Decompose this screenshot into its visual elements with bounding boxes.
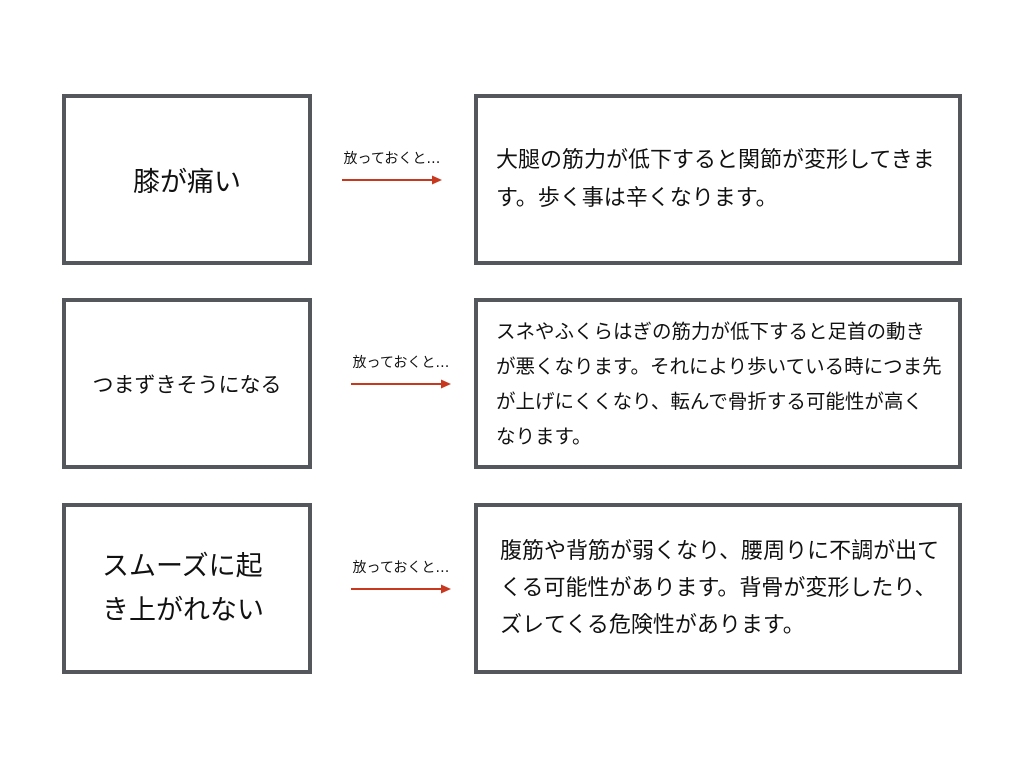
right-arrow-icon [351, 584, 451, 594]
symptom-text: 膝が痛い [133, 167, 241, 198]
symptom-box-tripping: つまずきそうになる [62, 298, 312, 469]
arrow-connector: 放っておくと… [336, 559, 466, 595]
consequence-box-fracture-risk: スネやふくらはぎの筋力が低下すると足首の動きが悪くなります。それにより歩いている… [474, 298, 962, 469]
arrow-connector: 放っておくと… [336, 354, 466, 390]
consequence-box-spine-deformation: 腹筋や背筋が弱くなり、腰周りに不調が出てくる可能性があります。背骨が変形したり、… [474, 503, 962, 674]
arrow-label: 放っておくと… [352, 560, 450, 576]
consequence-box-joint-deformation: 大腿の筋力が低下すると関節が変形してきます。歩く事は辛くなります。 [474, 94, 962, 265]
consequence-text: 大腿の筋力が低下すると関節が変形してきます。歩く事は辛くなります。 [496, 147, 935, 211]
consequence-text: スネやふくらはぎの筋力が低下すると足首の動きが悪くなります。それにより歩いている… [496, 319, 942, 448]
symptom-text: スムーズに起き上がれない [102, 550, 264, 626]
symptom-text: つまずきそうになる [92, 372, 282, 397]
symptom-box-difficulty-standing-up: スムーズに起き上がれない [62, 503, 312, 674]
arrow-label: 放っておくと… [352, 355, 450, 371]
right-arrow-icon [342, 175, 442, 185]
arrow-label: 放っておくと… [343, 151, 441, 167]
consequence-text: 腹筋や背筋が弱くなり、腰周りに不調が出てくる可能性があります。背骨が変形したり、… [500, 539, 940, 638]
arrow-connector: 放っておくと… [327, 150, 457, 186]
symptom-box-knee-pain: 膝が痛い [62, 94, 312, 265]
right-arrow-icon [351, 379, 451, 389]
